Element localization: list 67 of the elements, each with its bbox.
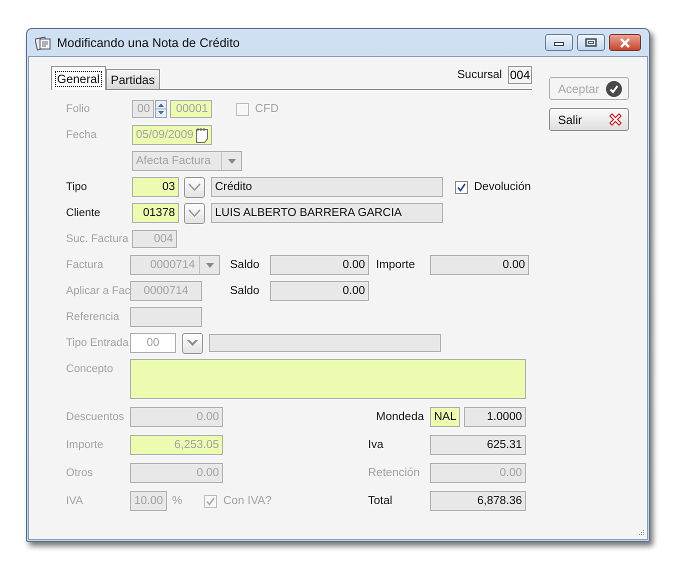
field-label: Aplicar a Fac <box>66 285 130 297</box>
text-field[interactable]: Crédito <box>211 177 443 197</box>
window-title: Modificando una Nota de Crédito <box>57 36 240 50</box>
text-field[interactable]: 0.00 <box>270 255 369 275</box>
field-label: Folio <box>66 103 91 115</box>
checkbox-label: Devolución <box>474 181 531 193</box>
field-label: Tipo <box>66 181 88 193</box>
app-icon <box>35 34 51 50</box>
close-icon <box>609 113 622 126</box>
text-field[interactable]: 004 <box>508 66 532 84</box>
chevron-icon <box>188 183 201 191</box>
text-field[interactable]: 03 <box>132 177 179 197</box>
field-label: Fecha <box>66 129 98 141</box>
text-field[interactable]: 0.00 <box>270 281 369 301</box>
caret-icon <box>206 262 214 268</box>
chevron-icon <box>188 209 201 217</box>
field-label: Retención <box>368 467 421 479</box>
tab[interactable]: General <box>51 66 106 90</box>
field-label: Total <box>368 495 394 507</box>
field-label: Referencia <box>66 311 120 323</box>
calendar-icon <box>196 127 208 143</box>
text-field[interactable]: 01378 <box>132 203 179 223</box>
text-field[interactable]: 6,878.36 <box>430 491 526 511</box>
close-icon <box>619 38 631 48</box>
field-label: Sucursal <box>457 69 502 81</box>
resize-grip-icon <box>637 529 645 537</box>
text-field[interactable]: 1.0000 <box>464 407 526 427</box>
minimize-button[interactable] <box>545 34 573 51</box>
text-field[interactable] <box>209 334 441 352</box>
maximize-icon <box>585 38 597 47</box>
spinner-button[interactable] <box>155 100 167 118</box>
field-label: Saldo <box>230 285 260 297</box>
field-label: IVA <box>66 495 84 507</box>
field-label: Mondeda <box>375 411 425 423</box>
text-field[interactable]: NAL <box>430 407 460 427</box>
percent-sign: % <box>172 495 182 507</box>
field-label: Tipo Entrada <box>66 337 130 349</box>
dropdown-button[interactable] <box>184 202 205 224</box>
dropdown-button[interactable] <box>182 332 203 354</box>
maximize-button[interactable] <box>577 34 605 51</box>
chevron-icon <box>186 339 199 347</box>
field-label: Descuentos <box>66 411 126 423</box>
close-button[interactable] <box>609 34 641 51</box>
check-icon <box>606 80 622 96</box>
tab[interactable]: Partidas <box>106 69 160 89</box>
dropdown-button[interactable] <box>184 176 205 198</box>
text-field[interactable]: LUIS ALBERTO BARRERA GARCIA <box>211 203 443 223</box>
exit-button[interactable]: Salir <box>549 108 629 131</box>
minimize-icon <box>554 40 564 46</box>
text-field[interactable] <box>130 307 202 327</box>
checkbox[interactable] <box>455 180 468 194</box>
field-label: Importe <box>66 439 104 451</box>
field-label: Suc. Factura <box>66 233 130 245</box>
field-label: Saldo <box>230 259 260 271</box>
field-label: Concepto <box>66 362 114 375</box>
text-field[interactable]: 0.00 <box>430 255 529 275</box>
field-label: Factura <box>66 259 104 271</box>
up-down-arrows-icon <box>156 101 166 117</box>
field-label: Cliente <box>66 207 102 219</box>
checkbox-label: Con IVA? <box>223 495 272 507</box>
field-label: Iva <box>368 439 384 451</box>
checkbox-label: CFD <box>255 103 279 115</box>
caret-icon <box>228 158 236 164</box>
text-area[interactable] <box>130 359 526 399</box>
text-field[interactable]: 625.31 <box>430 435 526 455</box>
field-label: Otros <box>66 467 94 479</box>
field-label: Importe <box>376 259 416 271</box>
